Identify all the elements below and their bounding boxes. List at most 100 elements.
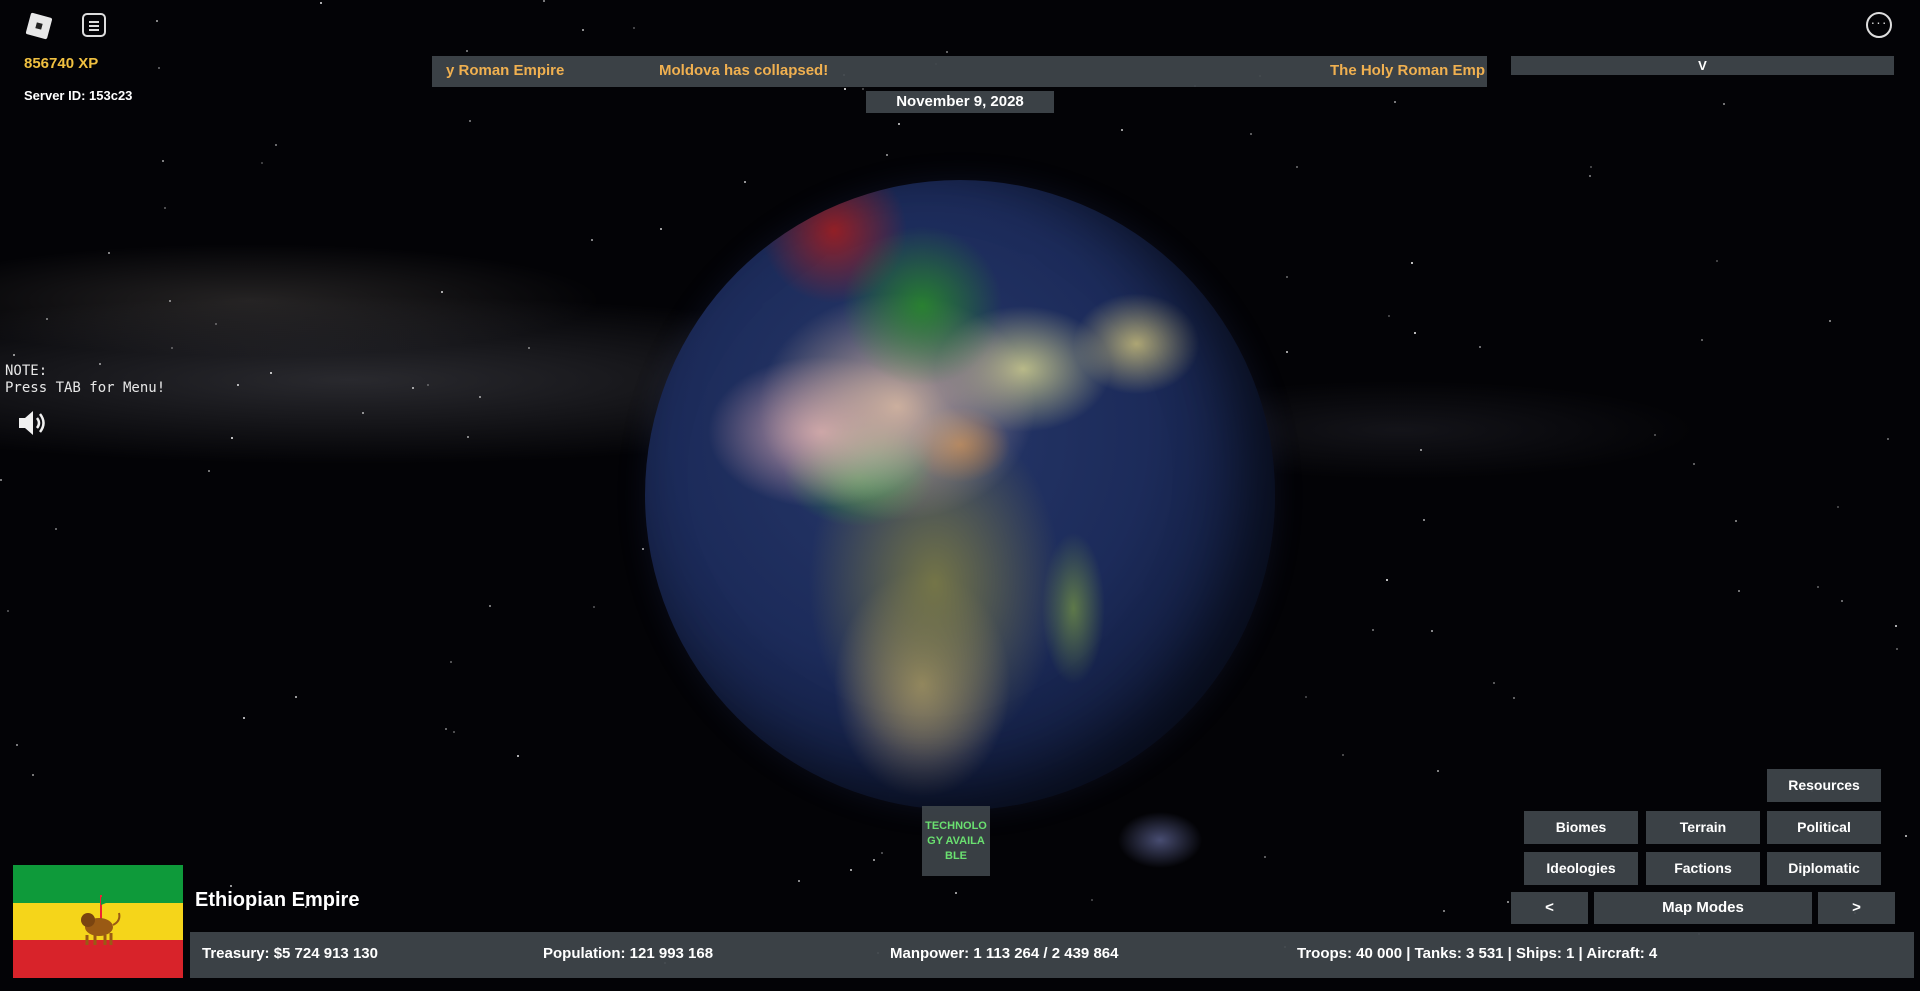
star (744, 181, 746, 183)
star (156, 20, 158, 22)
star (1394, 101, 1396, 103)
star (169, 300, 171, 302)
map-mode-terrain-button[interactable]: Terrain (1646, 811, 1760, 844)
star (1431, 630, 1433, 632)
globe-map[interactable] (645, 180, 1275, 810)
map-mode-diplomatic-button[interactable]: Diplomatic (1767, 852, 1881, 885)
star (1286, 276, 1288, 278)
map-mode-next-button[interactable]: > (1818, 892, 1895, 924)
star (445, 728, 447, 730)
star (237, 384, 239, 386)
star (881, 852, 883, 854)
star (479, 396, 481, 398)
star (162, 160, 164, 162)
star (543, 0, 545, 2)
star (582, 29, 584, 31)
star (1437, 770, 1439, 772)
star (1507, 901, 1509, 903)
star (320, 2, 322, 4)
star (261, 162, 263, 164)
star (1479, 346, 1481, 348)
star (1701, 339, 1703, 341)
star (1896, 648, 1898, 650)
military-stat: Troops: 40 000 | Tanks: 3 531 | Ships: 1… (1297, 945, 1658, 962)
star (1121, 129, 1123, 131)
star (230, 885, 232, 887)
star (158, 67, 160, 69)
country-stats-bar: Treasury: $5 724 913 130 Population: 121… (190, 932, 1914, 978)
star (489, 605, 491, 607)
star (798, 880, 800, 882)
star (32, 774, 34, 776)
star (850, 869, 852, 871)
map-mode-prev-button[interactable]: < (1511, 892, 1588, 924)
star (171, 347, 173, 349)
lion-emblem-icon (81, 895, 121, 945)
star (946, 51, 948, 53)
more-options-icon[interactable]: ··· (1866, 12, 1892, 38)
star (1841, 600, 1843, 602)
star (16, 744, 18, 746)
star (231, 437, 233, 439)
star (955, 892, 957, 894)
star (898, 123, 900, 125)
star (1286, 351, 1288, 353)
star (412, 387, 414, 389)
speaker-icon[interactable] (16, 408, 48, 438)
server-id: Server ID: 153c23 (24, 88, 133, 103)
star (362, 412, 364, 414)
tab-menu-note: NOTE: Press TAB for Menu! (5, 363, 166, 396)
star (275, 144, 277, 146)
star (844, 88, 846, 90)
map-mode-factions-button[interactable]: Factions (1646, 852, 1760, 885)
star (427, 384, 429, 386)
star (1817, 586, 1819, 588)
star (1305, 696, 1307, 698)
population-stat: Population: 121 993 168 (543, 945, 714, 962)
xp-counter: 856740 XP (24, 55, 99, 72)
star (469, 120, 471, 122)
country-flag[interactable] (13, 865, 183, 978)
star (450, 661, 452, 663)
star (1250, 133, 1252, 135)
star (886, 154, 888, 156)
star (441, 291, 443, 293)
star (0, 479, 2, 481)
star (1590, 166, 1592, 168)
map-mode-political-button[interactable]: Political (1767, 811, 1881, 844)
star (7, 610, 9, 612)
star (55, 528, 57, 530)
game-date: November 9, 2028 (866, 91, 1054, 113)
star (862, 88, 864, 90)
star (1735, 520, 1737, 522)
star (1693, 463, 1695, 465)
star (1738, 590, 1740, 592)
star (270, 372, 272, 374)
technology-available-button[interactable]: TECHNOLOGY AVAILABLE (922, 806, 990, 876)
map-mode-ideologies-button[interactable]: Ideologies (1524, 852, 1638, 885)
star (1905, 835, 1907, 837)
chat-menu-icon[interactable] (82, 13, 106, 37)
star (1443, 910, 1445, 912)
map-modes-label[interactable]: Map Modes (1594, 892, 1812, 924)
star (1829, 320, 1831, 322)
map-mode-biomes-button[interactable]: Biomes (1524, 811, 1638, 844)
star (243, 717, 245, 719)
star (1411, 262, 1413, 264)
ticker-item: Moldova has collapsed! (659, 62, 829, 79)
country-name: Ethiopian Empire (195, 889, 360, 911)
star (295, 696, 297, 698)
map-mode-resources-button[interactable]: Resources (1767, 769, 1881, 802)
star (1342, 754, 1344, 756)
star (1091, 899, 1093, 901)
collapse-toggle-bar[interactable]: V (1511, 56, 1894, 75)
star (1296, 166, 1298, 168)
star (642, 548, 644, 550)
star (593, 606, 595, 608)
news-ticker: y Roman Empire Moldova has collapsed! Th… (432, 56, 1487, 87)
star (1513, 697, 1515, 699)
star (1589, 175, 1591, 177)
ticker-item: The Holy Roman Emp (1330, 62, 1486, 79)
star (208, 470, 210, 472)
star (1388, 315, 1390, 317)
